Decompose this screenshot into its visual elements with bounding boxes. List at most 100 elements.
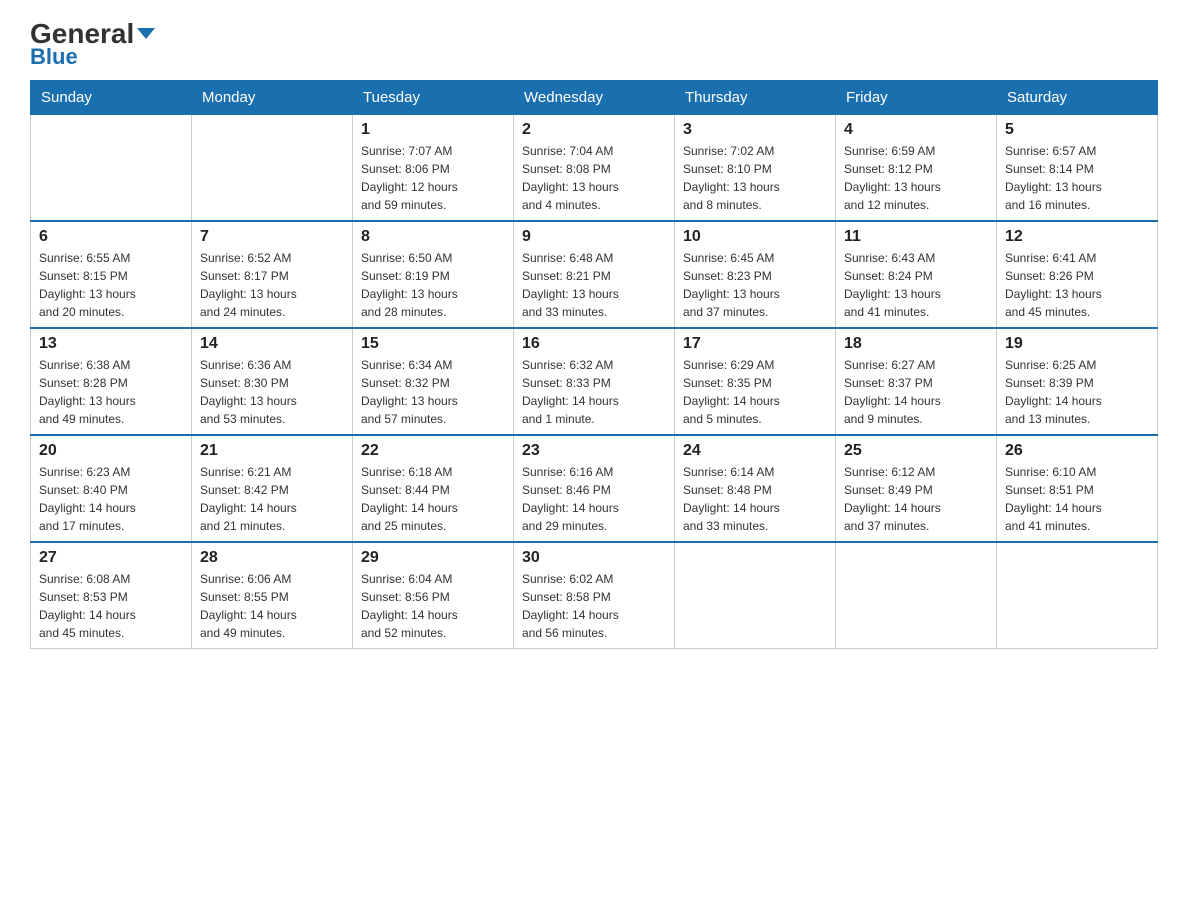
calendar-cell: 14 Sunrise: 6:36 AMSunset: 8:30 PMDayligh… (192, 328, 353, 435)
day-number: 20 (39, 442, 183, 460)
calendar-cell: 2 Sunrise: 7:04 AMSunset: 8:08 PMDaylight… (514, 115, 675, 222)
calendar-cell: 10Sunrise: 6:45 AMSunset: 8:23 PMDayligh… (675, 221, 836, 328)
calendar-cell: 20 Sunrise: 6:23 AMSunset: 8:40 PMDayligh… (31, 435, 192, 542)
week-row-2: 6Sunrise: 6:55 AMSunset: 8:15 PMDaylight… (31, 221, 1158, 328)
day-info: Sunrise: 6:27 AMSunset: 8:37 PMDaylight:… (844, 356, 988, 428)
day-number: 29 (361, 549, 505, 567)
day-info: Sunrise: 6:04 AMSunset: 8:56 PMDaylight:… (361, 570, 505, 642)
calendar-cell: 5 Sunrise: 6:57 AMSunset: 8:14 PMDaylight… (997, 115, 1158, 222)
header-friday: Friday (836, 81, 997, 115)
calendar-header-row: SundayMondayTuesdayWednesdayThursdayFrid… (31, 81, 1158, 115)
day-info: Sunrise: 6:18 AMSunset: 8:44 PMDaylight:… (361, 463, 505, 535)
day-info: Sunrise: 6:12 AMSunset: 8:49 PMDaylight:… (844, 463, 988, 535)
calendar-cell: 29 Sunrise: 6:04 AMSunset: 8:56 PMDayligh… (353, 542, 514, 649)
calendar-table: SundayMondayTuesdayWednesdayThursdayFrid… (30, 80, 1158, 649)
day-info: Sunrise: 6:43 AMSunset: 8:24 PMDaylight:… (844, 249, 988, 321)
calendar-cell (192, 115, 353, 222)
calendar-cell: 4 Sunrise: 6:59 AMSunset: 8:12 PMDaylight… (836, 115, 997, 222)
day-number: 10 (683, 228, 827, 246)
day-info: Sunrise: 6:21 AMSunset: 8:42 PMDaylight:… (200, 463, 344, 535)
day-info: Sunrise: 6:10 AMSunset: 8:51 PMDaylight:… (1005, 463, 1149, 535)
day-number: 2 (522, 121, 666, 139)
calendar-cell: 15 Sunrise: 6:34 AMSunset: 8:32 PMDayligh… (353, 328, 514, 435)
day-number: 26 (1005, 442, 1149, 460)
day-number: 17 (683, 335, 827, 353)
calendar-cell: 1 Sunrise: 7:07 AMSunset: 8:06 PMDaylight… (353, 115, 514, 222)
calendar-cell: 19Sunrise: 6:25 AMSunset: 8:39 PMDayligh… (997, 328, 1158, 435)
page-header: General Blue (30, 20, 1158, 70)
week-row-3: 13 Sunrise: 6:38 AMSunset: 8:28 PMDayligh… (31, 328, 1158, 435)
calendar-cell: 13 Sunrise: 6:38 AMSunset: 8:28 PMDayligh… (31, 328, 192, 435)
day-number: 5 (1005, 121, 1149, 139)
calendar-cell: 27 Sunrise: 6:08 AMSunset: 8:53 PMDayligh… (31, 542, 192, 649)
day-info: Sunrise: 6:29 AMSunset: 8:35 PMDaylight:… (683, 356, 827, 428)
calendar-cell: 7 Sunrise: 6:52 AMSunset: 8:17 PMDaylight… (192, 221, 353, 328)
calendar-cell: 21Sunrise: 6:21 AMSunset: 8:42 PMDayligh… (192, 435, 353, 542)
calendar-cell: 26 Sunrise: 6:10 AMSunset: 8:51 PMDayligh… (997, 435, 1158, 542)
calendar-cell: 28Sunrise: 6:06 AMSunset: 8:55 PMDayligh… (192, 542, 353, 649)
day-info: Sunrise: 6:02 AMSunset: 8:58 PMDaylight:… (522, 570, 666, 642)
logo-blue: Blue (30, 44, 78, 70)
week-row-4: 20 Sunrise: 6:23 AMSunset: 8:40 PMDayligh… (31, 435, 1158, 542)
day-info: Sunrise: 6:41 AMSunset: 8:26 PMDaylight:… (1005, 249, 1149, 321)
day-number: 13 (39, 335, 183, 353)
day-number: 24 (683, 442, 827, 460)
day-number: 4 (844, 121, 988, 139)
day-info: Sunrise: 6:55 AMSunset: 8:15 PMDaylight:… (39, 249, 183, 321)
day-number: 15 (361, 335, 505, 353)
day-number: 16 (522, 335, 666, 353)
week-row-1: 1 Sunrise: 7:07 AMSunset: 8:06 PMDaylight… (31, 115, 1158, 222)
calendar-cell: 18 Sunrise: 6:27 AMSunset: 8:37 PMDayligh… (836, 328, 997, 435)
logo: General Blue (30, 20, 155, 70)
week-row-5: 27 Sunrise: 6:08 AMSunset: 8:53 PMDayligh… (31, 542, 1158, 649)
calendar-cell: 23 Sunrise: 6:16 AMSunset: 8:46 PMDayligh… (514, 435, 675, 542)
calendar-cell: 6Sunrise: 6:55 AMSunset: 8:15 PMDaylight… (31, 221, 192, 328)
calendar-cell: 16 Sunrise: 6:32 AMSunset: 8:33 PMDayligh… (514, 328, 675, 435)
day-number: 3 (683, 121, 827, 139)
day-info: Sunrise: 6:14 AMSunset: 8:48 PMDaylight:… (683, 463, 827, 535)
day-number: 18 (844, 335, 988, 353)
day-number: 7 (200, 228, 344, 246)
header-monday: Monday (192, 81, 353, 115)
day-info: Sunrise: 7:02 AMSunset: 8:10 PMDaylight:… (683, 142, 827, 214)
header-sunday: Sunday (31, 81, 192, 115)
calendar-cell: 11 Sunrise: 6:43 AMSunset: 8:24 PMDayligh… (836, 221, 997, 328)
day-info: Sunrise: 6:32 AMSunset: 8:33 PMDaylight:… (522, 356, 666, 428)
header-tuesday: Tuesday (353, 81, 514, 115)
calendar-cell (675, 542, 836, 649)
header-wednesday: Wednesday (514, 81, 675, 115)
day-number: 11 (844, 228, 988, 246)
day-info: Sunrise: 6:57 AMSunset: 8:14 PMDaylight:… (1005, 142, 1149, 214)
calendar-cell: 22 Sunrise: 6:18 AMSunset: 8:44 PMDayligh… (353, 435, 514, 542)
day-info: Sunrise: 6:34 AMSunset: 8:32 PMDaylight:… (361, 356, 505, 428)
day-info: Sunrise: 6:38 AMSunset: 8:28 PMDaylight:… (39, 356, 183, 428)
calendar-cell (997, 542, 1158, 649)
day-number: 23 (522, 442, 666, 460)
header-saturday: Saturday (997, 81, 1158, 115)
calendar-cell: 30Sunrise: 6:02 AMSunset: 8:58 PMDayligh… (514, 542, 675, 649)
day-info: Sunrise: 6:16 AMSunset: 8:46 PMDaylight:… (522, 463, 666, 535)
day-number: 27 (39, 549, 183, 567)
calendar-cell (836, 542, 997, 649)
day-number: 14 (200, 335, 344, 353)
day-number: 22 (361, 442, 505, 460)
calendar-cell: 24 Sunrise: 6:14 AMSunset: 8:48 PMDayligh… (675, 435, 836, 542)
day-info: Sunrise: 6:08 AMSunset: 8:53 PMDaylight:… (39, 570, 183, 642)
header-thursday: Thursday (675, 81, 836, 115)
day-info: Sunrise: 6:50 AMSunset: 8:19 PMDaylight:… (361, 249, 505, 321)
day-info: Sunrise: 6:52 AMSunset: 8:17 PMDaylight:… (200, 249, 344, 321)
day-info: Sunrise: 7:07 AMSunset: 8:06 PMDaylight:… (361, 142, 505, 214)
day-info: Sunrise: 6:06 AMSunset: 8:55 PMDaylight:… (200, 570, 344, 642)
day-info: Sunrise: 6:59 AMSunset: 8:12 PMDaylight:… (844, 142, 988, 214)
day-number: 9 (522, 228, 666, 246)
calendar-cell: 12 Sunrise: 6:41 AMSunset: 8:26 PMDayligh… (997, 221, 1158, 328)
calendar-cell: 8Sunrise: 6:50 AMSunset: 8:19 PMDaylight… (353, 221, 514, 328)
day-info: Sunrise: 6:23 AMSunset: 8:40 PMDaylight:… (39, 463, 183, 535)
calendar-cell: 9 Sunrise: 6:48 AMSunset: 8:21 PMDaylight… (514, 221, 675, 328)
day-info: Sunrise: 6:36 AMSunset: 8:30 PMDaylight:… (200, 356, 344, 428)
day-info: Sunrise: 7:04 AMSunset: 8:08 PMDaylight:… (522, 142, 666, 214)
day-number: 12 (1005, 228, 1149, 246)
day-info: Sunrise: 6:48 AMSunset: 8:21 PMDaylight:… (522, 249, 666, 321)
day-number: 1 (361, 121, 505, 139)
calendar-cell: 25Sunrise: 6:12 AMSunset: 8:49 PMDayligh… (836, 435, 997, 542)
